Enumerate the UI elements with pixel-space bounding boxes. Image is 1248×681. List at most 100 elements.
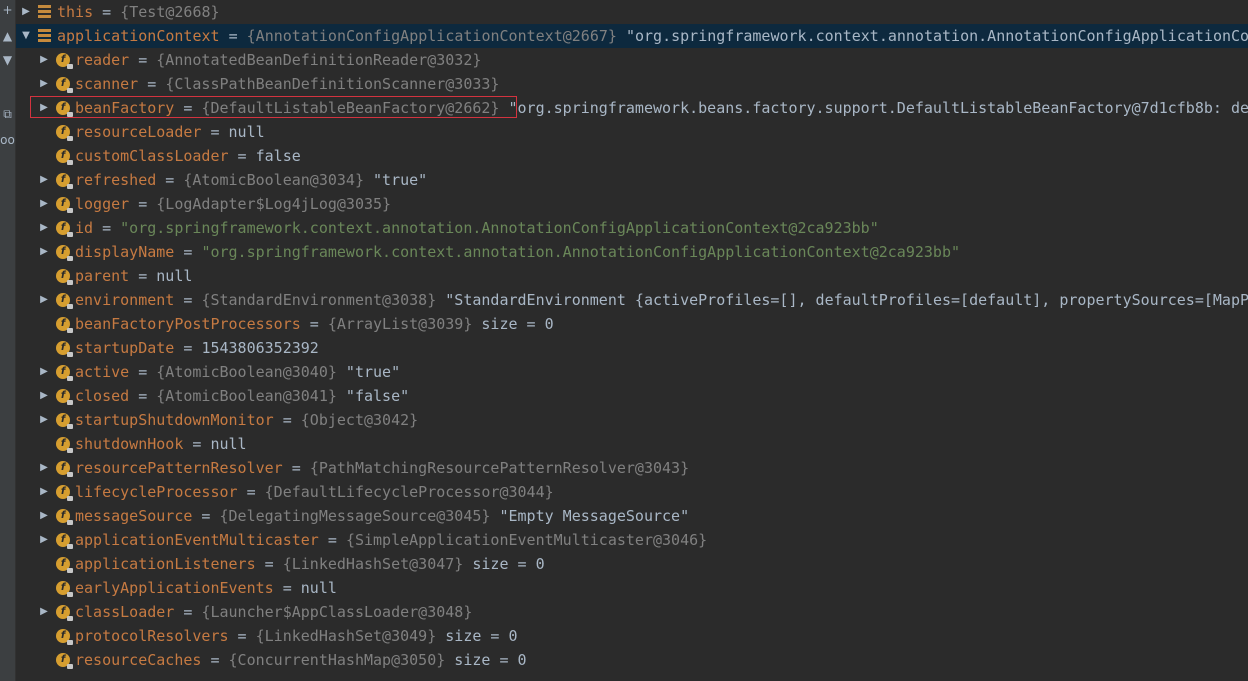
lock-icon [67,472,73,477]
variable-row[interactable]: ▶ f closed = {AtomicBoolean@3041} "false" [16,384,1248,408]
expand-arrow-icon[interactable]: ▶ [38,533,50,547]
field-icon: f [56,653,73,669]
variable-row[interactable]: f startupDate = 1543806352392 [16,336,1248,360]
debugger-side-toolbar: + ▲ ▼ ⧉ oo [0,0,16,681]
variable-name: displayName [75,243,175,261]
variable-name: scanner [75,75,139,93]
expand-arrow-icon[interactable]: ▶ [38,173,50,187]
variable-row[interactable]: f applicationListeners = {LinkedHashSet@3… [16,552,1248,576]
expand-arrow-icon[interactable]: ▶ [38,197,50,211]
expand-arrow-icon[interactable]: ▶ [38,77,50,91]
lock-icon [67,136,73,141]
variable-row[interactable]: f beanFactoryPostProcessors = {ArrayList@… [16,312,1248,336]
variable-row[interactable]: ▶ f scanner = {ClassPathBeanDefinitionScan… [16,72,1248,96]
variable-row[interactable]: ▶ f refreshed = {AtomicBoolean@3034} "true… [16,168,1248,192]
variable-row[interactable]: ▶ f startupShutdownMonitor = {Object@3042} [16,408,1248,432]
object-reference: {LinkedHashSet@3047} [282,555,464,573]
variable-name: active [75,363,130,381]
variable-value: "org.springframework.beans.factory.suppo… [499,99,1248,117]
variable-row[interactable]: f shutdownHook = null [16,432,1248,456]
expand-arrow-icon[interactable]: ▶ [38,245,50,259]
expand-arrow-icon[interactable]: ▶ [38,605,50,619]
lock-icon [67,640,73,645]
lock-icon [67,616,73,621]
variable-value: size = 0 [472,315,554,333]
variable-row[interactable]: ▶ f environment = {StandardEnvironment@303… [16,288,1248,312]
variable-text: this = {Test@2668} [57,0,220,24]
equals-sign: = [192,507,220,525]
object-reference: {LinkedHashSet@3049} [255,627,437,645]
glasses-icon[interactable]: oo [0,132,15,148]
expand-arrow-icon[interactable]: ▶ [38,389,50,403]
variable-value: "StandardEnvironment {activeProfiles=[],… [436,291,1248,309]
variable-row[interactable]: f resourceLoader = null [16,120,1248,144]
variable-row[interactable]: ▶ f messageSource = {DelegatingMessageSour… [16,504,1248,528]
variable-row[interactable]: ▶ f id = "org.springframework.context.anno… [16,216,1248,240]
variable-row[interactable]: f protocolResolvers = {LinkedHashSet@3049… [16,624,1248,648]
object-reference: {SimpleApplicationEventMulticaster@3046} [345,531,708,549]
expand-arrow-icon[interactable]: ▶ [38,53,50,67]
variable-row[interactable]: ▶ f applicationEventMulticaster = {SimpleA… [16,528,1248,552]
field-icon: f [56,293,73,309]
variable-row[interactable]: ▶ f classLoader = {Launcher$AppClassLoader… [16,600,1248,624]
variable-text: environment = {StandardEnvironment@3038}… [75,288,1248,312]
expand-arrow-icon[interactable]: ▶ [38,413,50,427]
variable-row[interactable]: ▼ applicationContext = {AnnotationConfigA… [16,24,1248,48]
field-icon: f [56,557,73,573]
variable-row[interactable]: ▶ f lifecycleProcessor = {DefaultLifecycle… [16,480,1248,504]
object-reference: {AtomicBoolean@3034} [183,171,364,189]
equals-sign: = [174,603,202,621]
variable-name: closed [75,387,130,405]
variable-value: "Empty MessageSource" [490,507,690,525]
field-icon: f [56,413,73,429]
variable-text: startupDate = 1543806352392 [75,336,319,360]
variable-row[interactable]: ▶ this = {Test@2668} [16,0,1248,24]
lock-icon [67,520,73,525]
field-icon: f [56,437,73,453]
variable-value: size = 0 [436,627,518,645]
collapse-arrow-icon[interactable]: ▼ [20,29,32,43]
expand-arrow-icon[interactable]: ▶ [20,5,32,19]
variable-row[interactable]: f parent = null [16,264,1248,288]
object-reference: {DelegatingMessageSource@3045} [219,507,491,525]
variable-list-icon [38,5,51,18]
variable-row[interactable]: ▶ f beanFactory = {DefaultListableBeanFact… [16,96,1248,120]
variable-text: customClassLoader = false [75,144,301,168]
arrow-down-icon[interactable]: ▼ [0,52,15,68]
expand-arrow-icon[interactable]: ▶ [38,461,50,475]
variable-text: reader = {AnnotatedBeanDefinitionReader@… [75,48,481,72]
variable-row[interactable]: ▶ f resourcePatternResolver = {PathMatchin… [16,456,1248,480]
expand-arrow-icon[interactable]: ▶ [38,485,50,499]
plus-icon[interactable]: + [0,2,15,18]
variable-row[interactable]: ▶ f active = {AtomicBoolean@3040} "true" [16,360,1248,384]
expand-arrow-icon[interactable]: ▶ [38,509,50,523]
lock-icon [67,352,73,357]
variable-row[interactable]: f customClassLoader = false [16,144,1248,168]
object-reference: {StandardEnvironment@3038} [201,291,437,309]
variable-row[interactable]: f earlyApplicationEvents = null [16,576,1248,600]
field-icon: f [56,149,73,165]
variable-text: messageSource = {DelegatingMessageSource… [75,504,689,528]
equals-sign: = [138,75,166,93]
variable-value: null [300,579,337,597]
variable-row[interactable]: ▶ f logger = {LogAdapter$Log4jLog@3035} [16,192,1248,216]
variable-row[interactable]: ▶ f reader = {AnnotatedBeanDefinitionReade… [16,48,1248,72]
expand-arrow-icon[interactable]: ▶ [38,365,50,379]
field-icon: f [56,269,73,285]
arrow-up-icon[interactable]: ▲ [0,28,15,44]
expand-arrow-icon[interactable]: ▶ [38,101,50,115]
lock-icon [67,208,73,213]
copy-icon[interactable]: ⧉ [0,106,15,122]
equals-sign: = [156,171,184,189]
equals-sign: = [273,411,301,429]
variable-text: shutdownHook = null [75,432,247,456]
field-icon: f [56,173,73,189]
variable-name: id [75,219,94,237]
variable-row[interactable]: ▶ f displayName = "org.springframework.con… [16,240,1248,264]
expand-arrow-icon[interactable]: ▶ [38,293,50,307]
variable-value: size = 0 [463,555,545,573]
variable-row[interactable]: f resourceCaches = {ConcurrentHashMap@305… [16,648,1248,672]
lock-icon [67,328,73,333]
object-reference: {AtomicBoolean@3041} [156,387,337,405]
expand-arrow-icon[interactable]: ▶ [38,221,50,235]
